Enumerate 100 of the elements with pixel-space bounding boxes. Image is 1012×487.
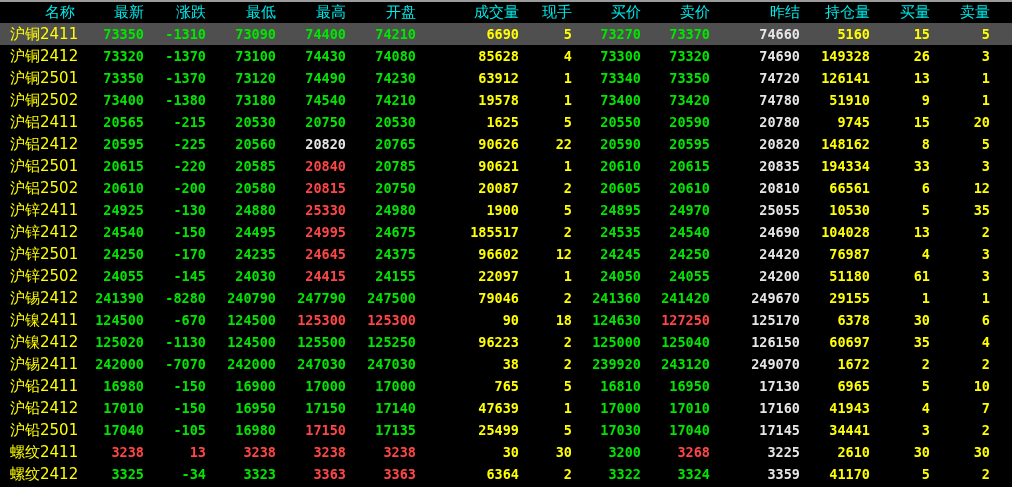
volume-cell-text: 13: [912, 70, 930, 86]
quote-row[interactable]: 沪镍2411 124500 -670 124500 125300 125300 90 18 124630 127250 125170 6378 30 6: [0, 309, 1012, 331]
price-cell-text: 20750: [374, 180, 416, 196]
price-cell-text: -1370: [164, 48, 206, 64]
price-cell-text: -8280: [164, 290, 206, 306]
quote-row[interactable]: 沪锡2412 241390 -8280 240790 247790 247500 79046 2 241360 241420 249670 29155 1 1: [0, 287, 1012, 309]
volume-cell-text: 9745: [836, 114, 870, 130]
price-cell-text: 125250: [366, 334, 416, 350]
price-cell-text: 24535: [599, 224, 641, 240]
price-cell-text: 16900: [234, 378, 276, 394]
column-header[interactable]: 最低: [206, 3, 276, 22]
price-cell-text: 125300: [366, 312, 416, 328]
volume-cell-text: 5: [562, 422, 572, 438]
price-cell-text: 3359: [766, 466, 800, 482]
price-cell-text: 17010: [668, 400, 710, 416]
column-header[interactable]: 成交量: [416, 3, 519, 22]
column-header[interactable]: 开盘: [346, 3, 416, 22]
quote-row[interactable]: 沪铜2501 73350 -1370 73120 74490 74230 63912 1 73340 73350 74720 126141 13 1: [0, 67, 1012, 89]
volume-cell-text: 5160: [836, 26, 870, 42]
price-cell-text: 243120: [660, 356, 710, 372]
quote-row[interactable]: 沪镍2412 125020 -1130 124500 125500 125250 96223 2 125000 125040 126150 60697 35 4: [0, 331, 1012, 353]
price-cell-text: 20750: [304, 114, 346, 130]
volume-cell-text: 12: [554, 246, 572, 262]
quote-row[interactable]: 沪锌2501 24250 -170 24235 24645 24375 96602 12 24245 24250 24420 76987 4 3: [0, 243, 1012, 265]
contract-name: 沪铜2502: [9, 90, 75, 110]
price-cell-text: 73180: [234, 92, 276, 108]
column-header[interactable]: 买量: [870, 3, 930, 22]
quote-row[interactable]: 沪铝2411 20565 -215 20530 20750 20530 1625 5 20550 20590 20780 9745 15 20: [0, 111, 1012, 133]
volume-cell-text: 185517: [469, 224, 519, 240]
price-cell-text: 74230: [374, 70, 416, 86]
price-cell-text: -170: [172, 246, 206, 262]
volume-cell-text: 5: [562, 26, 572, 42]
price-cell-text: -150: [172, 224, 206, 240]
price-cell-text: 20585: [234, 158, 276, 174]
column-header[interactable]: 名称: [0, 3, 75, 22]
price-cell-text: 17150: [304, 422, 346, 438]
quote-row[interactable]: 沪铜2502 73400 -1380 73180 74540 74210 19578 1 73400 73420 74780 51910 9 1: [0, 89, 1012, 111]
volume-cell-text: 47639: [477, 400, 519, 416]
price-cell-text: 241360: [591, 290, 641, 306]
column-header[interactable]: 涨跌: [144, 3, 206, 22]
column-header[interactable]: 昨结: [710, 3, 800, 22]
price-cell-text: 24200: [758, 268, 800, 284]
price-cell-text: 24030: [234, 268, 276, 284]
volume-cell-text: 13: [912, 224, 930, 240]
volume-cell-text: 2: [980, 466, 990, 482]
price-cell-text: 25055: [758, 202, 800, 218]
quote-row[interactable]: 沪铝2502 20610 -200 20580 20815 20750 20087 2 20605 20610 20810 66561 6 12: [0, 177, 1012, 199]
contract-name: 沪铜2411: [9, 24, 75, 44]
price-cell-text: 24050: [599, 268, 641, 284]
column-header[interactable]: 最新: [75, 3, 144, 22]
price-cell-text: -150: [172, 400, 206, 416]
quote-row[interactable]: 沪铅2501 17040 -105 16980 17150 17135 25499 5 17030 17040 17145 34441 3 2: [0, 419, 1012, 441]
price-cell-text: 20815: [304, 180, 346, 196]
column-header[interactable]: 现手: [519, 3, 572, 22]
quote-row[interactable]: 沪锡2411 242000 -7070 242000 247030 247030 38 2 239920 243120 249070 1672 2 2: [0, 353, 1012, 375]
price-cell-text: 25330: [304, 202, 346, 218]
quote-row[interactable]: 螺纹2412 3325 -34 3323 3363 3363 6364 2 3322 3324 3359 41170 5 2: [0, 463, 1012, 485]
volume-cell-text: 25499: [477, 422, 519, 438]
quote-row[interactable]: 沪铝2501 20615 -220 20585 20840 20785 90621 1 20610 20615 20835 194334 33 3: [0, 155, 1012, 177]
volume-cell-text: 15: [912, 114, 930, 130]
quote-row[interactable]: 沪铜2411 73350 -1310 73090 74400 74210 6690 5 73270 73370 74660 5160 15 5: [0, 23, 1012, 45]
volume-cell-text: 1: [562, 92, 572, 108]
volume-cell-text: 5: [562, 114, 572, 130]
price-cell-text: 3225: [766, 444, 800, 460]
price-cell-text: 20610: [668, 180, 710, 196]
quote-row[interactable]: 沪铅2412 17010 -150 16950 17150 17140 47639 1 17000 17010 17160 41943 4 7: [0, 397, 1012, 419]
price-cell-text: 242000: [94, 356, 144, 372]
contract-name: 沪锡2412: [9, 288, 75, 308]
contract-name: 沪锡2411: [9, 354, 75, 374]
price-cell-text: 74780: [758, 92, 800, 108]
quote-row[interactable]: 沪铅2411 16980 -150 16900 17000 17000 765 5 16810 16950 17130 6965 5 10: [0, 375, 1012, 397]
column-header[interactable]: 最高: [276, 3, 346, 22]
volume-cell-text: 5: [980, 26, 990, 42]
price-cell-text: 74720: [758, 70, 800, 86]
price-cell-text: 24495: [234, 224, 276, 240]
price-cell-text: -1310: [164, 26, 206, 42]
column-header[interactable]: 买价: [572, 3, 641, 22]
price-cell-text: 16980: [234, 422, 276, 438]
column-header[interactable]: 卖价: [641, 3, 710, 22]
price-cell-text: 20565: [102, 114, 144, 130]
price-cell-text: 73400: [599, 92, 641, 108]
quote-row[interactable]: 螺纹2411 3238 13 3238 3238 3238 30 30 3200 3268 3225 2610 30 30: [0, 441, 1012, 463]
volume-cell-text: 41170: [828, 466, 870, 482]
column-header[interactable]: 持仓量: [800, 3, 870, 22]
quote-row[interactable]: 沪锌2412 24540 -150 24495 24995 24675 185517 2 24535 24540 24690 104028 13 2: [0, 221, 1012, 243]
volume-cell-text: 3: [980, 48, 990, 64]
volume-cell-text: 4: [920, 246, 930, 262]
quote-row[interactable]: 沪锌2411 24925 -130 24880 25330 24980 1900 5 24895 24970 25055 10530 5 35: [0, 199, 1012, 221]
price-cell-text: 16950: [668, 378, 710, 394]
price-cell-text: 17000: [599, 400, 641, 416]
price-cell-text: 16950: [234, 400, 276, 416]
volume-cell-text: 29155: [828, 290, 870, 306]
quote-row[interactable]: 沪铜2412 73320 -1370 73100 74430 74080 85628 4 73300 73320 74690 149328 26 3: [0, 45, 1012, 67]
price-cell-text: 3324: [676, 466, 710, 482]
quote-row[interactable]: 沪锌2502 24055 -145 24030 24415 24155 22097 1 24050 24055 24200 51180 61 3: [0, 265, 1012, 287]
volume-cell-text: 35: [972, 202, 990, 218]
quote-row[interactable]: 沪铝2412 20595 -225 20560 20820 20765 90626 22 20590 20595 20820 148162 8 5: [0, 133, 1012, 155]
column-header[interactable]: 卖量: [930, 3, 990, 22]
price-cell-text: 20595: [668, 136, 710, 152]
volume-cell-text: 34441: [828, 422, 870, 438]
